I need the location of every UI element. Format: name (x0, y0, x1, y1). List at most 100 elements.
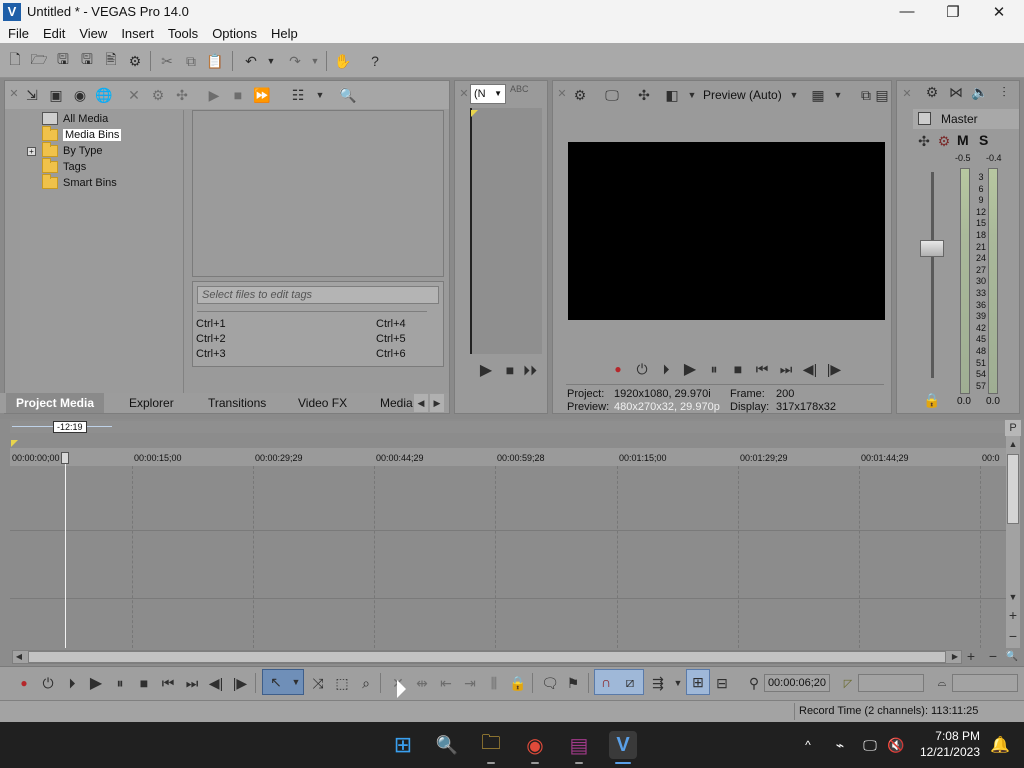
search-icon[interactable]: 🔍 (338, 85, 358, 105)
zoom-edit-tool-icon[interactable]: ⌕ (356, 673, 376, 693)
horizontal-scroll-thumb[interactable] (28, 651, 946, 663)
spell-check-icon[interactable]: ABC (510, 84, 529, 94)
master-fader[interactable] (920, 240, 944, 257)
scroll-up-icon[interactable]: ▲ (1005, 437, 1021, 451)
overlays-grid-icon[interactable]: ▦ (808, 85, 828, 105)
remove-media-icon[interactable]: ✕ (124, 85, 144, 105)
menu-insert[interactable]: Insert (114, 26, 161, 41)
undo-icon[interactable]: ↶ (242, 52, 260, 70)
preview-properties-gear-icon[interactable]: ⚙ (570, 85, 590, 105)
trim-icon[interactable]: ⇹ (412, 673, 432, 693)
selection-start-field[interactable] (858, 674, 924, 692)
auto-preview-icon[interactable]: ⏩ (252, 85, 272, 105)
tree-item-tags[interactable]: Tags (42, 157, 86, 174)
save-icon[interactable]: 🖫 (54, 51, 72, 70)
edit-tool-dropdown-icon[interactable]: ▼ (286, 672, 306, 692)
scroll-right-icon[interactable]: ▶ (948, 649, 962, 663)
preview-stop-icon[interactable]: ■ (228, 85, 248, 105)
make-subclip-icon[interactable]: ✣ (172, 85, 192, 105)
trimmer-timeline[interactable] (470, 108, 542, 354)
tab-video-fx[interactable]: Video FX (298, 393, 347, 413)
previous-frame-icon[interactable]: ◀| (800, 359, 820, 379)
envelope-tool-icon[interactable]: ⤨ (308, 673, 328, 693)
split-dropdown-icon[interactable]: ▼ (682, 85, 702, 105)
trimmer-play-icon[interactable]: ▶ (476, 360, 496, 380)
scroll-left-icon[interactable]: ◀ (12, 649, 26, 663)
new-project-icon[interactable]: 🗋 (6, 51, 24, 70)
go-to-start-icon[interactable]: ⏮ (158, 673, 178, 693)
copy-icon[interactable]: ⧉ (182, 52, 200, 70)
properties-gear-icon[interactable]: ⚙ (126, 52, 144, 70)
redo-icon[interactable]: ↷ (286, 52, 304, 70)
cut-icon[interactable]: ✂ (158, 52, 176, 70)
selection-length-field[interactable] (952, 674, 1018, 692)
tab-media[interactable]: Media (380, 393, 413, 413)
tree-item-by-type[interactable]: By Type (42, 141, 103, 158)
timeline-cursor[interactable] (65, 452, 66, 648)
play-from-start-icon[interactable]: ⏵ (656, 359, 676, 379)
zoom-in-vertical-icon[interactable]: + (1005, 607, 1021, 623)
close-button[interactable]: ✕ (976, 0, 1022, 23)
web-media-icon[interactable]: 🌐 (94, 85, 114, 105)
next-frame-icon[interactable]: |▶ (230, 673, 250, 693)
go-to-end-icon[interactable]: ⏭ (182, 673, 202, 693)
split-icon[interactable]: ⫼ (484, 673, 504, 693)
menu-file[interactable]: File (0, 26, 36, 41)
play-icon[interactable]: ▶ (680, 359, 700, 379)
stop-icon[interactable]: ■ (134, 673, 154, 693)
overlays-dropdown-icon[interactable]: ▼ (828, 85, 848, 105)
trimmer-media-dropdown[interactable]: (N ▼ (470, 84, 506, 104)
mixer-narrow-icon[interactable]: ⋈ (946, 82, 966, 102)
expand-by-type-icon[interactable]: + (27, 147, 36, 156)
loop-playback-icon[interactable]: ⏻ (38, 673, 58, 693)
lock-icon[interactable]: 🔒 (922, 390, 942, 410)
tree-item-smart-bins[interactable]: Smart Bins (42, 173, 117, 190)
file-explorer-icon[interactable]: 🗀 (477, 731, 505, 759)
external-monitor-icon[interactable]: 🖵 (602, 85, 622, 105)
lock-event-icon[interactable]: 🔒 (508, 673, 528, 693)
save-as-icon[interactable]: 🖫 (78, 51, 96, 70)
preview-play-icon[interactable]: ▶ (204, 85, 224, 105)
tab-explorer[interactable]: Explorer (129, 393, 174, 413)
split-screen-icon[interactable]: ✣ (634, 85, 654, 105)
chevron-down-icon[interactable]: ▼ (784, 85, 804, 105)
stop-icon[interactable]: ■ (728, 359, 748, 379)
network-icon[interactable]: ⌁ (826, 731, 854, 759)
hotkey-ctrl-4[interactable]: Ctrl+4 (376, 318, 406, 330)
hotkey-ctrl-2[interactable]: Ctrl+2 (196, 333, 226, 345)
clock-time[interactable]: 7:08 PM (916, 729, 980, 743)
master-bus-icon[interactable] (918, 112, 931, 125)
mute-button[interactable]: M (957, 132, 969, 148)
menu-edit[interactable]: Edit (36, 26, 72, 41)
selection-tool-icon[interactable]: ⬚ (332, 673, 352, 693)
open-icon[interactable]: 🗁 (30, 51, 48, 70)
redo-dropdown-icon[interactable]: ▼ (306, 52, 324, 70)
ripple-edit-icon[interactable]: ⇶ (648, 673, 668, 693)
tab-scroll-left-icon[interactable]: ◀ (414, 394, 428, 412)
vegas-pro-taskbar-icon[interactable]: V (609, 731, 637, 759)
ignore-grouping-icon[interactable]: ⊟ (712, 673, 732, 693)
menu-tools[interactable]: Tools (161, 26, 205, 41)
play-from-start-icon[interactable]: ⏵ (62, 673, 82, 693)
panel-close-icon[interactable]: ✕ (552, 83, 572, 103)
get-media-icon[interactable]: ◉ (70, 85, 90, 105)
zoom-in-horizontal-icon[interactable]: + (964, 648, 978, 664)
speaker-icon[interactable]: 🔈 (970, 82, 990, 102)
save-snapshot-icon[interactable]: ▤ (872, 85, 892, 105)
import-media-icon[interactable]: ⇲ (22, 85, 42, 105)
menu-help[interactable]: Help (264, 26, 305, 41)
media-files-pane[interactable] (192, 110, 444, 277)
search-icon[interactable]: 🔍 (433, 731, 461, 759)
trimmer-stop-icon[interactable]: ■ (500, 360, 520, 380)
preview-quality-dropdown[interactable]: Preview (Auto) (703, 88, 782, 102)
winrar-icon[interactable]: ▤ (565, 731, 593, 759)
pause-icon[interactable]: ⏸ (110, 673, 130, 693)
auto-crossfade-icon[interactable]: ⧄ (620, 672, 640, 692)
insert-region-icon[interactable]: ⚑ (563, 673, 583, 693)
trim-start-icon[interactable]: ⇤ (436, 673, 456, 693)
panel-close-icon[interactable]: ✕ (897, 83, 917, 103)
insert-fx-icon[interactable]: ✣ (914, 131, 934, 151)
media-fx-icon[interactable]: ⚙ (148, 85, 168, 105)
notification-bell-icon[interactable]: 🔔 (986, 731, 1014, 759)
cursor-position-icon[interactable]: ⚲ (744, 673, 764, 693)
